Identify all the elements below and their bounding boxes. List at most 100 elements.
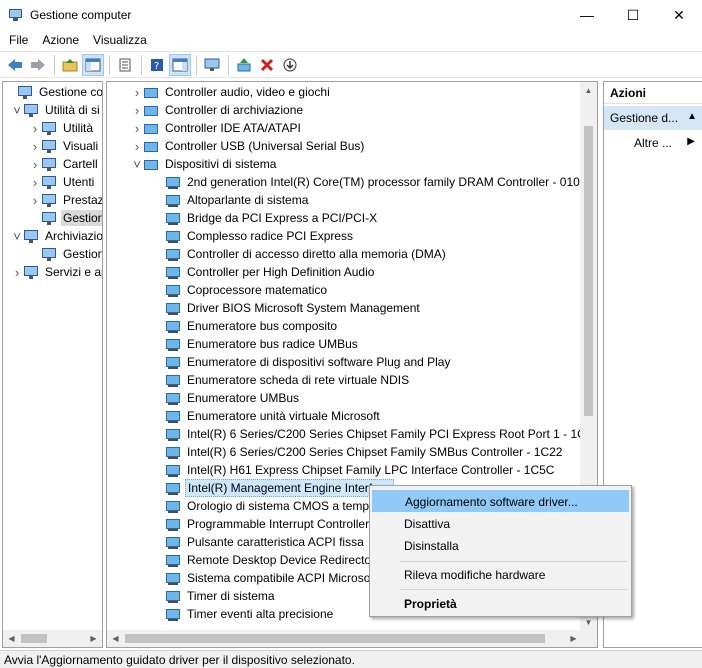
device-row[interactable]: Intel(R) 6 Series/C200 Series Chipset Fa… [165,425,597,443]
no-expander [29,209,41,227]
left-tree-item[interactable]: Gestion [29,245,102,263]
maximize-button[interactable]: ☐ [610,0,656,30]
device-row[interactable]: Sistema compatibile ACPI Microso [165,569,372,587]
left-tree-item[interactable]: › Utenti [29,173,96,191]
device-row[interactable]: Enumeratore bus composito [165,317,339,335]
collapsed-chevron-icon[interactable]: › [29,119,41,137]
left-tree-item[interactable]: › Servizi e ap [11,263,102,281]
console-tree-pane[interactable]: Gestione com ˅ Utilità di si › Utilità › Visua… [2,81,103,648]
ctx-uninstall[interactable]: Disinstalla [372,535,629,557]
show-tree-button[interactable] [82,53,104,76]
left-tree-item[interactable]: ˅ Archiviazio [11,227,102,245]
device-row[interactable]: Timer eventi alta precisione [165,605,335,623]
device-row[interactable]: › Controller di archiviazione [131,101,305,119]
menu-visualizza[interactable]: Visualizza [86,33,154,47]
device-row[interactable]: Altoparlante di sistema [165,191,310,209]
ctx-properties[interactable]: Proprietà [372,593,629,615]
close-button[interactable]: ✕ [656,0,702,30]
device-row[interactable]: Complesso radice PCI Express [165,227,355,245]
collapsed-chevron-icon[interactable]: › [29,137,41,155]
device-row[interactable]: Bridge da PCI Express a PCI/PCI-X [165,209,379,227]
device-row[interactable]: Pulsante caratteristica ACPI fissa [165,533,366,551]
other-actions-item[interactable]: Altre ... ▶ [604,134,702,152]
device-horizontal-scrollbar[interactable]: ◀ ▶ [107,630,582,647]
device-row[interactable]: › Controller USB (Universal Serial Bus) [131,137,366,155]
collapsed-chevron-icon[interactable]: › [11,263,23,281]
window-title: Gestione computer [30,8,132,22]
left-tree-item[interactable]: › Cartell [29,155,100,173]
services-icon [23,264,39,280]
collapsed-chevron-icon[interactable]: › [131,83,143,101]
device-row[interactable]: ˅ Dispositivi di sistema [131,155,278,173]
left-tree-item[interactable]: › Prestaz [29,191,102,209]
device-row[interactable]: Intel(R) H61 Express Chipset Family LPC … [165,461,556,479]
device-row[interactable]: Driver BIOS Microsoft System Management [165,299,422,317]
device-row[interactable]: Enumeratore scheda di rete virtuale NDIS [165,371,411,389]
help-button[interactable]: ? [146,54,168,76]
up-level-button[interactable] [59,54,81,76]
minimize-button[interactable]: — [564,0,610,30]
scroll-thumb[interactable] [21,634,47,643]
expanded-chevron-icon[interactable]: ˅ [131,155,143,173]
device-row[interactable]: Controller per High Definition Audio [165,263,376,281]
device-row[interactable]: Intel(R) 6 Series/C200 Series Chipset Fa… [165,443,564,461]
actions-section-device-manager[interactable]: Gestione d... ▲ [604,106,702,130]
device-row[interactable]: 2nd generation Intel(R) Core(TM) process… [165,173,588,191]
left-tree-item[interactable]: ˅ Utilità di si [11,101,102,119]
device-row[interactable]: Enumeratore bus radice UMBus [165,335,360,353]
device-row[interactable]: › Controller IDE ATA/ATAPI [131,119,303,137]
ctx-separator [400,561,627,562]
device-row[interactable]: › Controller audio, video e giochi [131,83,332,101]
device-row[interactable]: Controller di accesso diretto alla memor… [165,245,448,263]
device-row[interactable]: Enumeratore UMBus [165,389,301,407]
toolbar-separator [141,54,142,75]
scroll-thumb[interactable] [584,126,593,416]
collapsed-chevron-icon[interactable]: › [131,119,143,137]
device-row[interactable]: Enumeratore di dispositivi software Plug… [165,353,452,371]
ctx-disable[interactable]: Disattiva [372,513,629,535]
collapsed-chevron-icon[interactable]: › [29,191,41,209]
back-button[interactable] [4,54,26,76]
scroll-right-arrow[interactable]: ▶ [85,630,102,647]
device-row[interactable]: Timer di sistema [165,587,277,605]
left-tree-item[interactable]: Gestion [29,209,102,227]
console-tree-icon [85,58,101,71]
forward-button[interactable] [27,54,49,76]
uninstall-button[interactable] [256,54,278,76]
properties-sheet-button[interactable] [114,54,136,76]
menu-azione[interactable]: Azione [35,33,86,47]
device-row-selected[interactable]: Intel(R) Management Engine Interface [165,479,395,497]
scroll-left-arrow[interactable]: ◀ [107,630,124,647]
left-tree-item[interactable]: › Utilità [29,119,95,137]
ctx-update-driver[interactable]: Aggiornamento software driver... [372,490,629,512]
device-label: Controller USB (Universal Serial Bus) [165,139,365,153]
left-tree-item[interactable]: › Visuali [29,137,100,155]
left-tree-item[interactable]: Gestione com [5,83,102,101]
collapsed-chevron-icon[interactable]: › [131,101,143,119]
update-driver-button[interactable] [233,54,255,76]
scroll-thumb[interactable] [125,634,545,643]
ctx-scan-hardware[interactable]: Rileva modifiche hardware [372,564,629,586]
device-row[interactable]: Enumeratore unità virtuale Microsoft [165,407,382,425]
menu-file[interactable]: File [0,33,35,47]
device-label: Controller IDE ATA/ATAPI [165,121,301,135]
download-button[interactable] [279,54,301,76]
device-label: Intel(R) 6 Series/C200 Series Chipset Fa… [187,445,563,459]
collapse-triangle-icon[interactable]: ▲ [687,111,697,122]
device-row[interactable]: Programmable Interrupt Controller [165,515,371,533]
scroll-up-arrow[interactable]: ▲ [580,82,597,99]
expanded-chevron-icon[interactable]: ˅ [11,101,23,119]
device-row[interactable]: Coprocessore matematico [165,281,329,299]
collapsed-chevron-icon[interactable]: › [29,155,41,173]
device-row[interactable]: Remote Desktop Device Redirector [165,551,377,569]
scroll-left-arrow[interactable]: ◀ [3,630,20,647]
system-device-icon [165,480,181,496]
ctx-properties-label: Proprietà [404,597,457,611]
device-row[interactable]: Orologio di sistema CMOS a tempo [165,497,378,515]
collapsed-chevron-icon[interactable]: › [29,173,41,191]
collapsed-chevron-icon[interactable]: › [131,137,143,155]
left-horizontal-scrollbar[interactable]: ◀ ▶ [3,630,102,647]
show-action-pane-button[interactable] [169,53,191,76]
scan-hardware-button[interactable] [201,54,223,76]
expanded-chevron-icon[interactable]: ˅ [11,227,23,245]
